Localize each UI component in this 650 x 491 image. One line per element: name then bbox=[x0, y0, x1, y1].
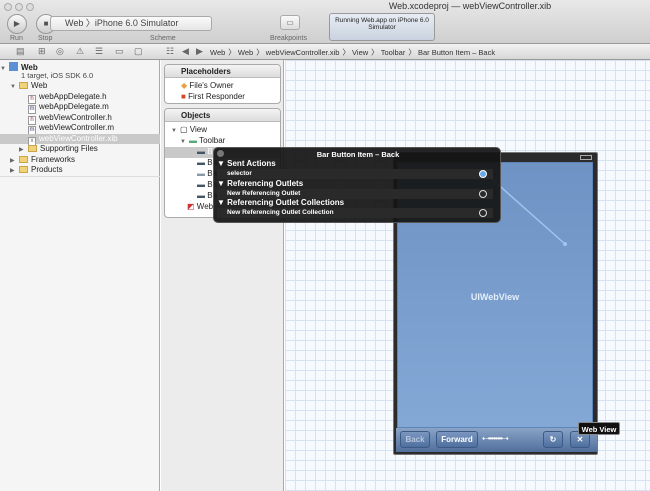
selector-row[interactable]: selector bbox=[217, 169, 493, 179]
connected-circle-icon[interactable] bbox=[479, 170, 487, 178]
connection-circle-icon[interactable] bbox=[479, 209, 487, 217]
popup-title: Bar Button Item – Back bbox=[316, 150, 400, 159]
connection-line bbox=[483, 171, 567, 246]
section-label: Sent Actions bbox=[227, 159, 276, 168]
connection-circle-icon[interactable] bbox=[479, 190, 487, 198]
row-label: New Referencing Outlet bbox=[227, 190, 301, 197]
connections-popup: Bar Button Item – Back ▼ Sent Actions se… bbox=[213, 147, 501, 223]
section-sent-actions[interactable]: ▼ Sent Actions bbox=[217, 159, 493, 169]
new-collection-row[interactable]: New Referencing Outlet Collection bbox=[217, 208, 493, 218]
section-outlet-collections[interactable]: ▼ Referencing Outlet Collections bbox=[217, 198, 493, 208]
row-label: New Referencing Outlet Collection bbox=[227, 209, 334, 216]
row-label: selector bbox=[227, 170, 252, 177]
section-label: Referencing Outlets bbox=[227, 179, 304, 188]
section-label: Referencing Outlet Collections bbox=[227, 198, 345, 207]
section-referencing-outlets[interactable]: ▼ Referencing Outlets bbox=[217, 179, 493, 189]
